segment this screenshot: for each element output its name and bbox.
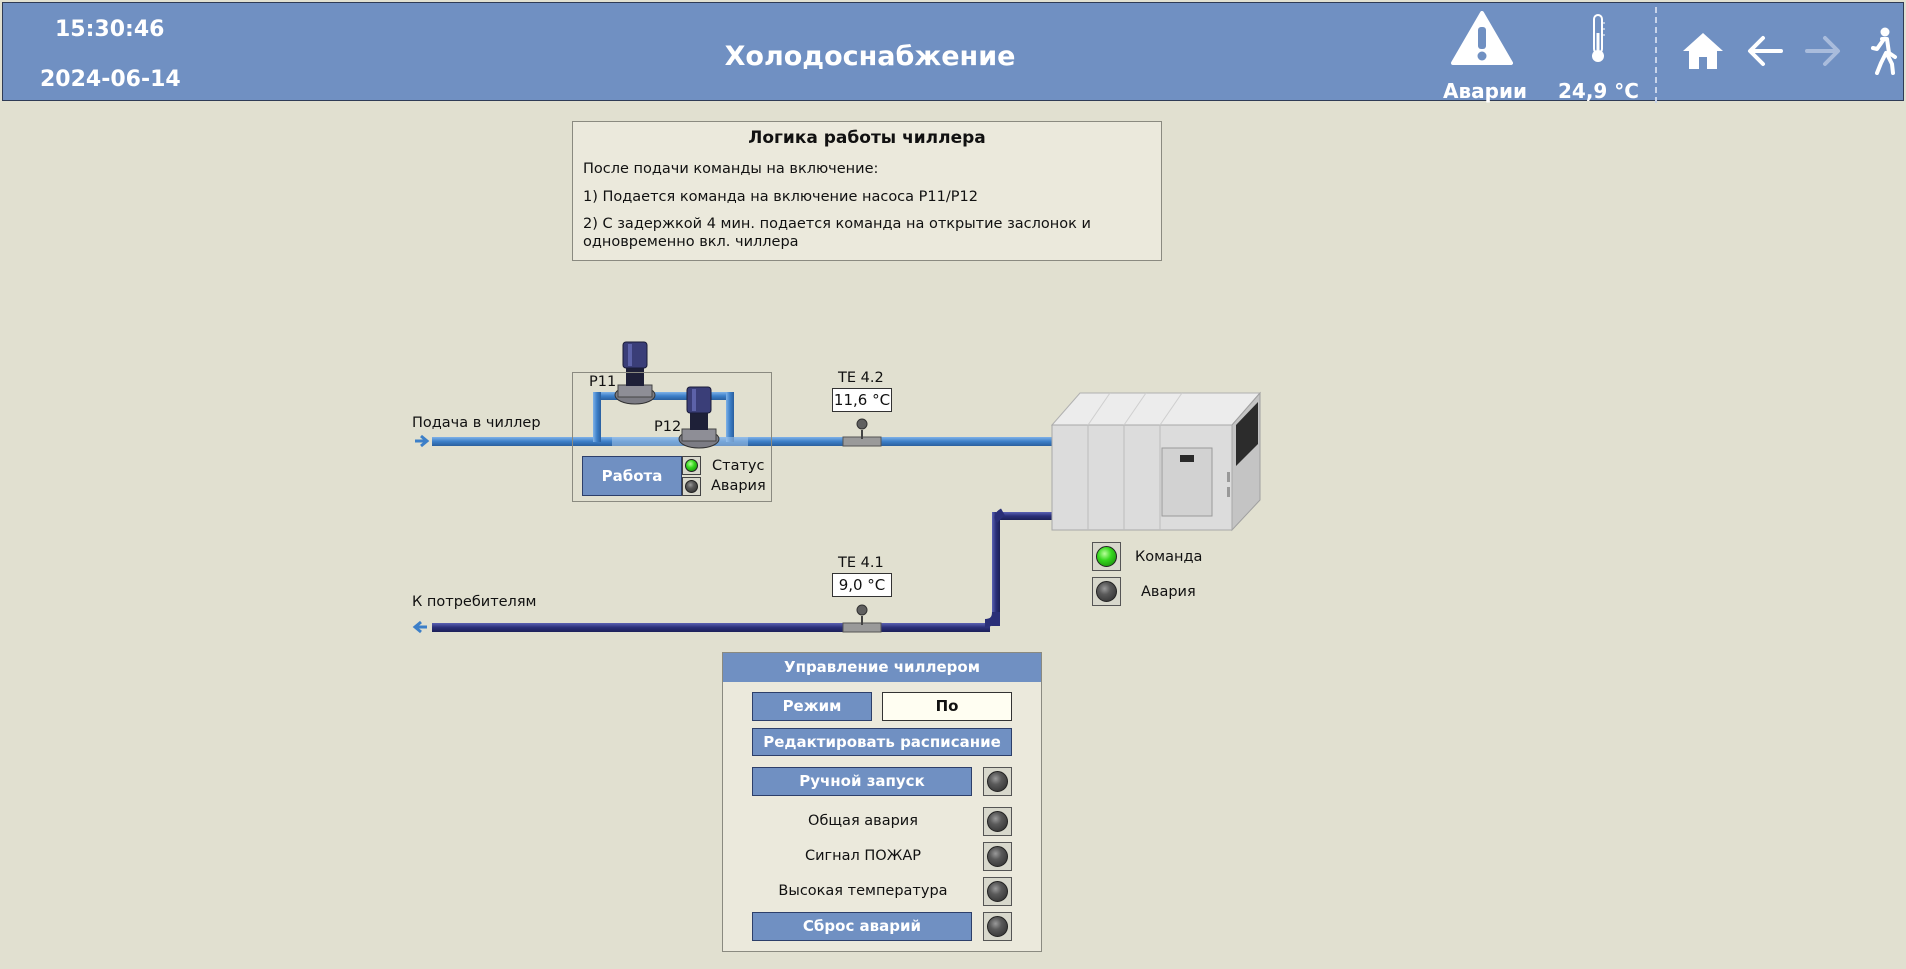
pump-status-label: Статус <box>712 458 765 474</box>
pump-alarm-lamp <box>685 480 698 493</box>
chiller-command-label: Команда <box>1135 549 1203 565</box>
manual-start-lamp <box>987 771 1008 792</box>
reset-alarms-indicator <box>983 912 1012 941</box>
te41-label: TE 4.1 <box>838 555 884 571</box>
return-pipe <box>432 623 990 632</box>
chiller-command-lamp <box>1096 546 1117 567</box>
high-temp-label: Высокая температура <box>778 883 948 899</box>
pump-status-lamp <box>685 459 698 472</box>
general-alarm-label: Общая авария <box>808 813 918 829</box>
chiller-alarm-label: Авария <box>1141 584 1196 600</box>
fire-signal-lamp <box>987 846 1008 867</box>
general-alarm-indicator <box>983 807 1012 836</box>
supply-label: Подача в чиллер <box>412 415 541 431</box>
high-temp-lamp <box>987 881 1008 902</box>
te41-value: 9,0 °C <box>832 573 892 597</box>
mode-button[interactable]: Режим <box>752 692 872 721</box>
reset-alarms-button[interactable]: Сброс аварий <box>752 912 972 941</box>
chiller-alarm-indicator <box>1092 577 1121 606</box>
fire-signal-indicator <box>983 842 1012 871</box>
edit-schedule-button[interactable]: Редактировать расписание <box>752 728 1012 756</box>
chiller-command-indicator <box>1092 542 1121 571</box>
fire-signal-label: Сигнал ПОЖАР <box>804 848 921 864</box>
high-temp-indicator <box>983 877 1012 906</box>
mode-value[interactable]: По расписанию <box>882 692 1012 742</box>
te42-label: TE 4.2 <box>838 370 884 386</box>
temperature-sensor-te41 <box>842 604 882 633</box>
pump-alarm-label: Авария <box>711 478 766 494</box>
pump-alarm-indicator <box>682 477 701 496</box>
return-pipe-top <box>996 512 1052 520</box>
control-panel-title: Управление чиллером <box>723 653 1041 682</box>
general-alarm-lamp <box>987 811 1008 832</box>
return-label: К потребителям <box>412 594 537 610</box>
temperature-sensor-te42 <box>842 418 882 447</box>
manual-start-indicator <box>983 767 1012 796</box>
pump-state-button[interactable]: Работа <box>582 456 682 496</box>
te42-value: 11,6 °C <box>832 388 892 412</box>
chiller-unit <box>1050 391 1262 532</box>
chiller-alarm-lamp <box>1096 581 1117 602</box>
manual-start-button[interactable]: Ручной запуск <box>752 767 972 796</box>
return-pipe-riser <box>992 512 1000 626</box>
pump-status-indicator <box>682 456 701 475</box>
reset-alarms-lamp <box>987 916 1008 937</box>
chiller-control-panel: Управление чиллером Режим По расписанию … <box>722 652 1042 952</box>
